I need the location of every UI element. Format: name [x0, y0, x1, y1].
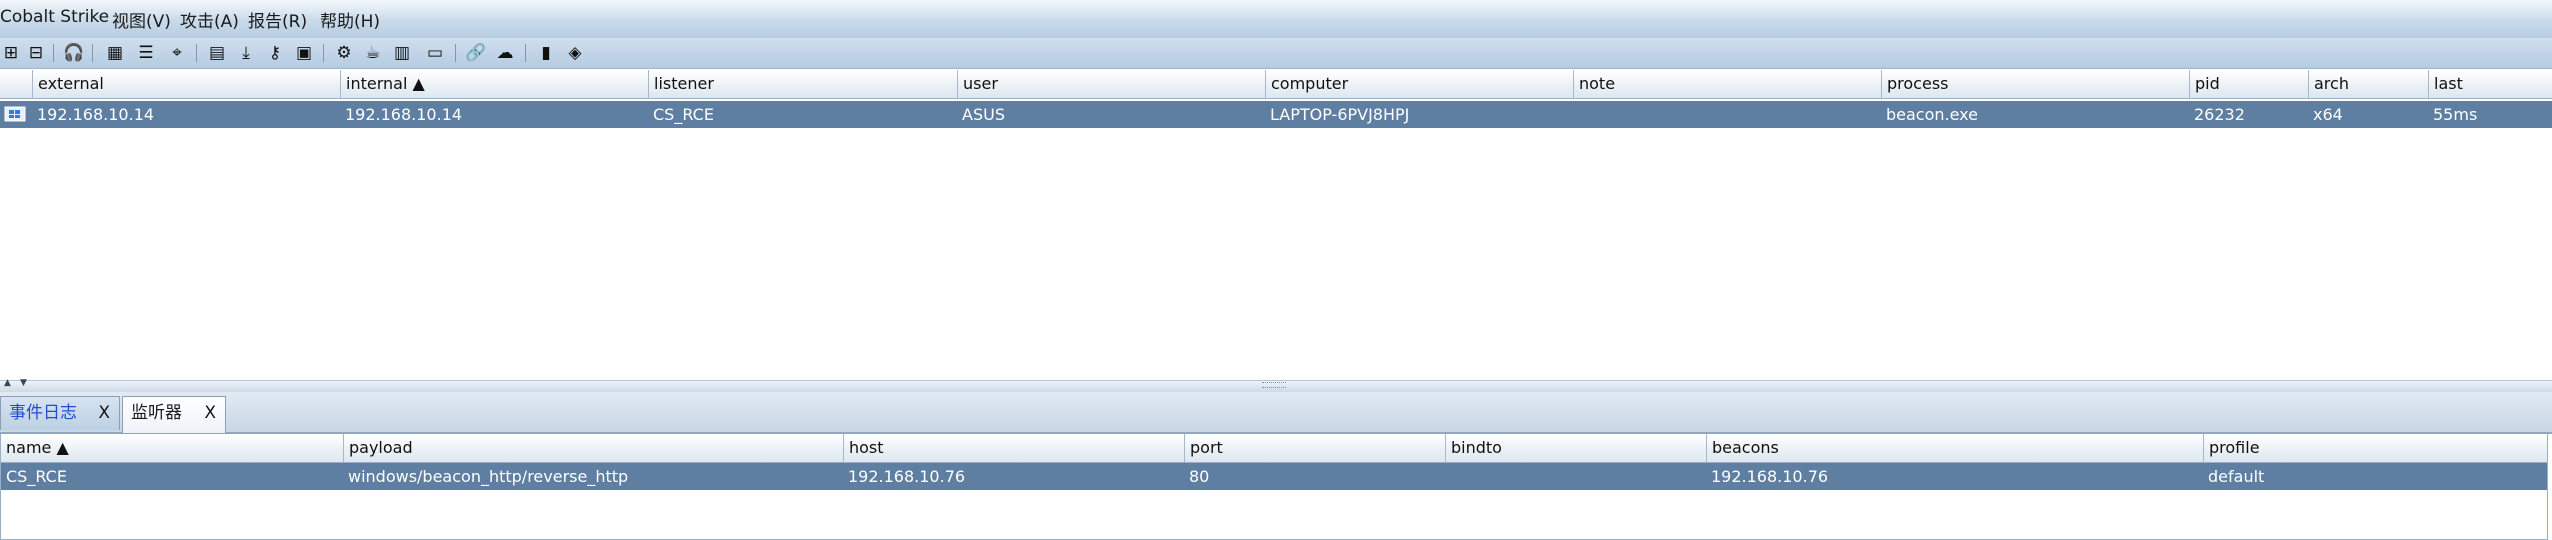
cell-listener: CS_RCE	[653, 105, 714, 124]
target-icon[interactable]: ⌖	[166, 42, 188, 64]
gear-icon[interactable]: ⚙	[333, 42, 355, 64]
cell-note	[1573, 101, 1881, 128]
tab-label: 事件日志	[9, 403, 77, 423]
collapse-down-icon[interactable]: ▼	[20, 378, 27, 388]
menu-bar: Cobalt Strike 视图(V) 攻击(A) 报告(R) 帮助(H)	[0, 0, 2552, 38]
column-header-host[interactable]: host	[843, 434, 1184, 462]
menu-report[interactable]: 报告(R)	[248, 7, 307, 32]
tab-listeners[interactable]: 监听器 X	[122, 396, 226, 433]
coffee-icon[interactable]: ☕	[362, 42, 384, 64]
toolbar-separator	[323, 44, 324, 62]
cell-arch: x64	[2313, 105, 2343, 124]
key-icon[interactable]: ⚷	[264, 42, 286, 64]
menu-cobalt-strike[interactable]: Cobalt Strike	[0, 7, 109, 27]
plus-icon[interactable]: ⊞	[0, 42, 22, 64]
close-icon[interactable]: X	[204, 397, 216, 429]
column-header-listener[interactable]: listener	[648, 70, 957, 98]
cell-profile: default	[2208, 467, 2265, 486]
table-row[interactable]: CS_RCE windows/beacon_http/reverse_http …	[1, 463, 2547, 490]
cell-user: ASUS	[962, 105, 1005, 124]
column-header-beacons[interactable]: beacons	[1706, 434, 2203, 462]
windows-icon	[0, 101, 32, 128]
toolbar-separator	[196, 44, 197, 62]
collapse-up-icon[interactable]: ▲	[4, 378, 11, 388]
cell-process: beacon.exe	[1886, 105, 1978, 124]
cell-external: 192.168.10.14	[37, 105, 155, 124]
cell-port: 80	[1189, 467, 1210, 486]
link-icon[interactable]: 🔗	[465, 42, 487, 64]
tab-event-log[interactable]: 事件日志 X	[0, 396, 120, 430]
column-header-internal[interactable]: internal ▲	[340, 70, 648, 98]
book-icon[interactable]: ▮	[535, 42, 557, 64]
cell-internal: 192.168.10.14	[345, 105, 463, 124]
menu-view[interactable]: 视图(V)	[112, 7, 171, 32]
pivot-graph-icon[interactable]: ▦	[104, 42, 126, 64]
table-row[interactable]: 192.168.10.14 192.168.10.14 CS_RCE ASUS …	[0, 101, 2552, 128]
column-header-last[interactable]: last	[2428, 70, 2552, 98]
cell-beacons: 192.168.10.76	[1711, 467, 1829, 486]
cell-bindto	[1445, 463, 1706, 490]
console-icon[interactable]: ▭	[424, 42, 446, 64]
credentials-icon[interactable]: ▤	[206, 42, 228, 64]
tab-strip: 事件日志 X 监听器 X	[0, 392, 2552, 434]
listeners-panel: name ▲ payload host port bindto beacons …	[0, 434, 2548, 540]
tab-label: 监听器	[131, 403, 182, 423]
column-header-pid[interactable]: pid	[2189, 70, 2308, 98]
cell-payload: windows/beacon_http/reverse_http	[348, 467, 629, 486]
column-header-icon[interactable]	[0, 70, 32, 98]
column-header-external[interactable]: external	[32, 70, 340, 98]
document-icon[interactable]: ▥	[391, 42, 413, 64]
cell-computer: LAPTOP-6PVJ8HPJ	[1270, 105, 1410, 124]
column-header-profile[interactable]: profile	[2203, 434, 2547, 462]
session-list-icon[interactable]: ☰	[135, 42, 157, 64]
column-header-arch[interactable]: arch	[2308, 70, 2428, 98]
column-header-note[interactable]: note	[1573, 70, 1881, 98]
download-icon[interactable]: ⤓	[235, 42, 257, 64]
toolbar-separator	[92, 44, 93, 62]
listeners-table-header: name ▲ payload host port bindto beacons …	[1, 434, 2547, 463]
column-header-payload[interactable]: payload	[343, 434, 843, 462]
cell-host: 192.168.10.76	[848, 467, 966, 486]
cell-pid: 26232	[2194, 105, 2245, 124]
column-header-bindto[interactable]: bindto	[1445, 434, 1706, 462]
close-icon[interactable]: X	[98, 397, 110, 429]
minus-icon[interactable]: ⊟	[25, 42, 47, 64]
toolbar-separator	[455, 44, 456, 62]
screenshot-icon[interactable]: ▣	[293, 42, 315, 64]
cloud-icon[interactable]: ☁	[494, 42, 516, 64]
column-header-process[interactable]: process	[1881, 70, 2189, 98]
column-header-port[interactable]: port	[1184, 434, 1445, 462]
column-header-name[interactable]: name ▲	[1, 434, 343, 462]
toolbar-separator	[525, 44, 526, 62]
toolbar: ⊞ ⊟ 🎧 ▦ ☰ ⌖ ▤ ⤓ ⚷ ▣ ⚙ ☕ ▥ ▭ 🔗 ☁ ▮ ◈	[0, 38, 2552, 69]
cell-last: 55ms	[2433, 105, 2478, 124]
drag-handle-icon[interactable]	[1262, 382, 1286, 388]
column-header-user[interactable]: user	[957, 70, 1265, 98]
cell-name: CS_RCE	[6, 467, 67, 486]
sessions-table-header: external internal ▲ listener user comput…	[0, 70, 2552, 99]
column-header-computer[interactable]: computer	[1265, 70, 1573, 98]
toolbar-separator	[53, 44, 54, 62]
menu-attack[interactable]: 攻击(A)	[180, 7, 239, 32]
menu-help[interactable]: 帮助(H)	[320, 7, 380, 32]
cube-icon[interactable]: ◈	[564, 42, 586, 64]
headphones-icon[interactable]: 🎧	[63, 42, 85, 64]
